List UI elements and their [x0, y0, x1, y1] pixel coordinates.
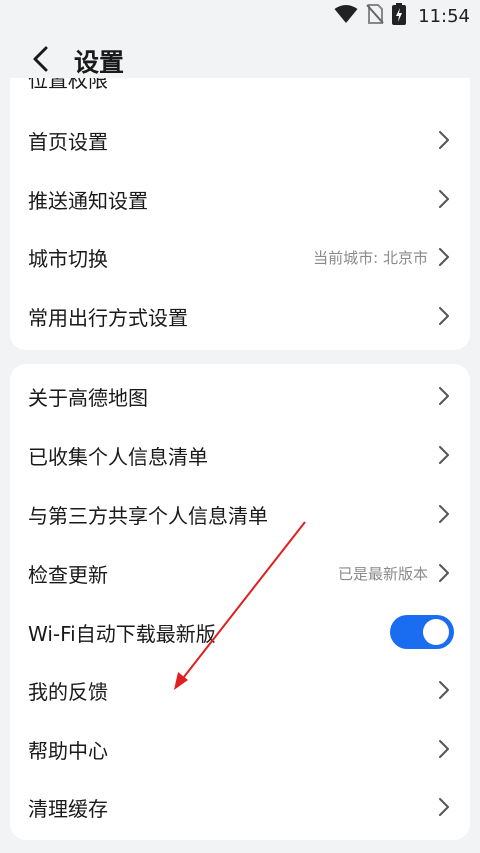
settings-item-label: 关于高德地图: [28, 385, 148, 410]
settings-item-label: 检查更新: [28, 562, 108, 587]
status-time: 11:54: [418, 5, 470, 27]
settings-item-collected-info[interactable]: 已收集个人信息清单: [10, 426, 470, 484]
chevron-right-icon: [434, 680, 454, 700]
app-header: 设置: [0, 32, 480, 90]
chevron-right-icon: [434, 386, 454, 406]
chevron-right-icon: [434, 739, 454, 759]
toggle-knob: [423, 619, 449, 645]
settings-item-city[interactable]: 城市切换 当前城市: 北京市: [10, 228, 470, 286]
settings-item-push[interactable]: 推送通知设置: [10, 170, 470, 228]
settings-item-label: 清理缓存: [28, 796, 108, 821]
no-sim-icon: [366, 4, 384, 28]
settings-item-label: 城市切换: [28, 246, 108, 271]
chevron-right-icon: [434, 563, 454, 583]
settings-item-feedback[interactable]: 我的反馈: [10, 661, 470, 719]
settings-item-shared-info[interactable]: 与第三方共享个人信息清单: [10, 485, 470, 543]
chevron-right-icon: [434, 130, 454, 150]
settings-item-label: Wi-Fi自动下载最新版: [28, 621, 216, 646]
settings-item-check-update[interactable]: 检查更新 已是最新版本: [10, 544, 470, 602]
wifi-auto-download-toggle[interactable]: [390, 615, 454, 649]
settings-item-wifi-auto-download: Wi-Fi自动下载最新版: [10, 603, 470, 661]
chevron-right-icon: [434, 504, 454, 524]
settings-item-label: 与第三方共享个人信息清单: [28, 503, 268, 528]
chevron-right-icon: [434, 797, 454, 817]
settings-item-label: 已收集个人信息清单: [28, 444, 208, 469]
settings-item-help[interactable]: 帮助中心: [10, 720, 470, 778]
settings-item-home[interactable]: 首页设置: [10, 111, 470, 169]
update-status-value: 已是最新版本: [337, 564, 428, 583]
back-button[interactable]: [20, 41, 60, 81]
settings-item-travel-mode[interactable]: 常用出行方式设置: [10, 287, 470, 345]
chevron-right-icon: [434, 189, 454, 209]
chevron-right-icon: [434, 445, 454, 465]
battery-charging-icon: [392, 3, 407, 29]
settings-item-label: 首页设置: [28, 129, 108, 154]
settings-group-general: 首页设置 推送通知设置 城市切换 当前城市: 北京市 常用出行方式设置: [10, 78, 470, 350]
chevron-right-icon: [434, 306, 454, 326]
chevron-right-icon: [434, 247, 454, 267]
wifi-icon: [334, 4, 358, 28]
status-bar: 11:54: [0, 0, 480, 32]
settings-item-label: 常用出行方式设置: [28, 305, 188, 330]
settings-item-label: 推送通知设置: [28, 188, 148, 213]
settings-item-clear-cache[interactable]: 清理缓存: [10, 778, 470, 836]
chevron-left-icon: [32, 46, 48, 76]
settings-item-label: 帮助中心: [28, 738, 108, 763]
settings-group-about: 关于高德地图 已收集个人信息清单 与第三方共享个人信息清单 检查更新 已是最新版…: [10, 364, 470, 840]
current-city-value: 当前城市: 北京市: [313, 248, 428, 267]
settings-item-label: 我的反馈: [28, 679, 108, 704]
page-title: 设置: [74, 48, 125, 77]
settings-item-about[interactable]: 关于高德地图: [10, 367, 470, 425]
